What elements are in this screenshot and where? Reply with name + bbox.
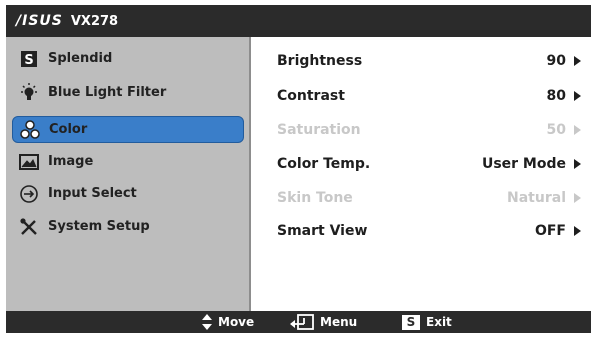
up-down-arrow-icon [202,314,212,330]
setting-row-saturation: Saturation 50 [277,117,581,143]
sidebar: S Splendid Blue Light Filter Color Image… [6,37,251,311]
sidebar-item-blue-light-filter[interactable]: Blue Light Filter [12,79,244,106]
sidebar-item-label: Splendid [48,51,113,66]
brand-logo: /ISUS [16,13,63,29]
setting-name: Smart View [277,223,368,239]
footer-hints: Move Menu S Exit [6,311,591,333]
setting-value: 80 [546,88,566,104]
setting-row-color-temp[interactable]: Color Temp. User Mode [277,151,581,177]
sidebar-item-label: Input Select [48,186,137,201]
exit-label: Exit [426,315,452,329]
color-icon [13,119,47,141]
setting-row-smart-view[interactable]: Smart View OFF [277,218,581,244]
setting-name: Brightness [277,53,363,69]
enter-icon [290,314,314,330]
setting-value: 50 [546,122,566,138]
setting-name: Skin Tone [277,190,353,206]
sidebar-item-label: System Setup [48,219,150,234]
setting-name: Saturation [277,122,361,138]
exit-key: S [402,314,420,330]
svg-text:S: S [24,53,33,68]
sidebar-item-color[interactable]: Color [12,116,244,143]
settings-panel: Brightness 90 Contrast 80 Saturation 50 … [251,37,591,311]
arrow-right-icon [574,56,581,66]
blue-light-filter-icon [12,82,46,104]
brand: /ISUS VX278 [16,12,118,30]
sidebar-item-label: Color [49,122,88,137]
setting-value: Natural [507,190,566,206]
sidebar-item-input-select[interactable]: Input Select [12,180,244,207]
sidebar-item-label: Image [48,154,94,169]
exit-s-icon: S [402,314,420,330]
system-setup-icon [12,216,46,238]
osd-menu: /ISUS VX278 S Splendid Blue Light Filter… [6,5,591,333]
title-bar: /ISUS VX278 [6,5,591,37]
menu-label: Menu [320,315,358,329]
setting-value: User Mode [481,156,566,172]
move-hint: Move [202,313,254,331]
setting-row-contrast[interactable]: Contrast 80 [277,83,581,109]
arrow-right-icon [574,159,581,169]
setting-value: OFF [534,223,566,239]
setting-row-brightness[interactable]: Brightness 90 [277,48,581,74]
setting-value: 90 [546,53,566,69]
arrow-right-icon [574,91,581,101]
sidebar-item-label: Blue Light Filter [48,85,167,100]
arrow-right-icon [574,226,581,236]
sidebar-item-image[interactable]: Image [12,148,244,175]
move-label: Move [218,315,255,329]
setting-name: Color Temp. [277,156,371,172]
exit-hint: S Exit [402,313,452,331]
image-icon [12,151,46,173]
sidebar-item-system-setup[interactable]: System Setup [12,213,244,240]
arrow-right-icon [574,125,581,135]
menu-hint: Menu [290,313,357,331]
input-select-icon [12,183,46,205]
setting-row-skin-tone: Skin Tone Natural [277,185,581,211]
setting-name: Contrast [277,88,345,104]
arrow-right-icon [574,193,581,203]
sidebar-item-splendid[interactable]: S Splendid [12,45,244,72]
splendid-s-icon: S [12,48,46,70]
model-name: VX278 [70,13,119,29]
